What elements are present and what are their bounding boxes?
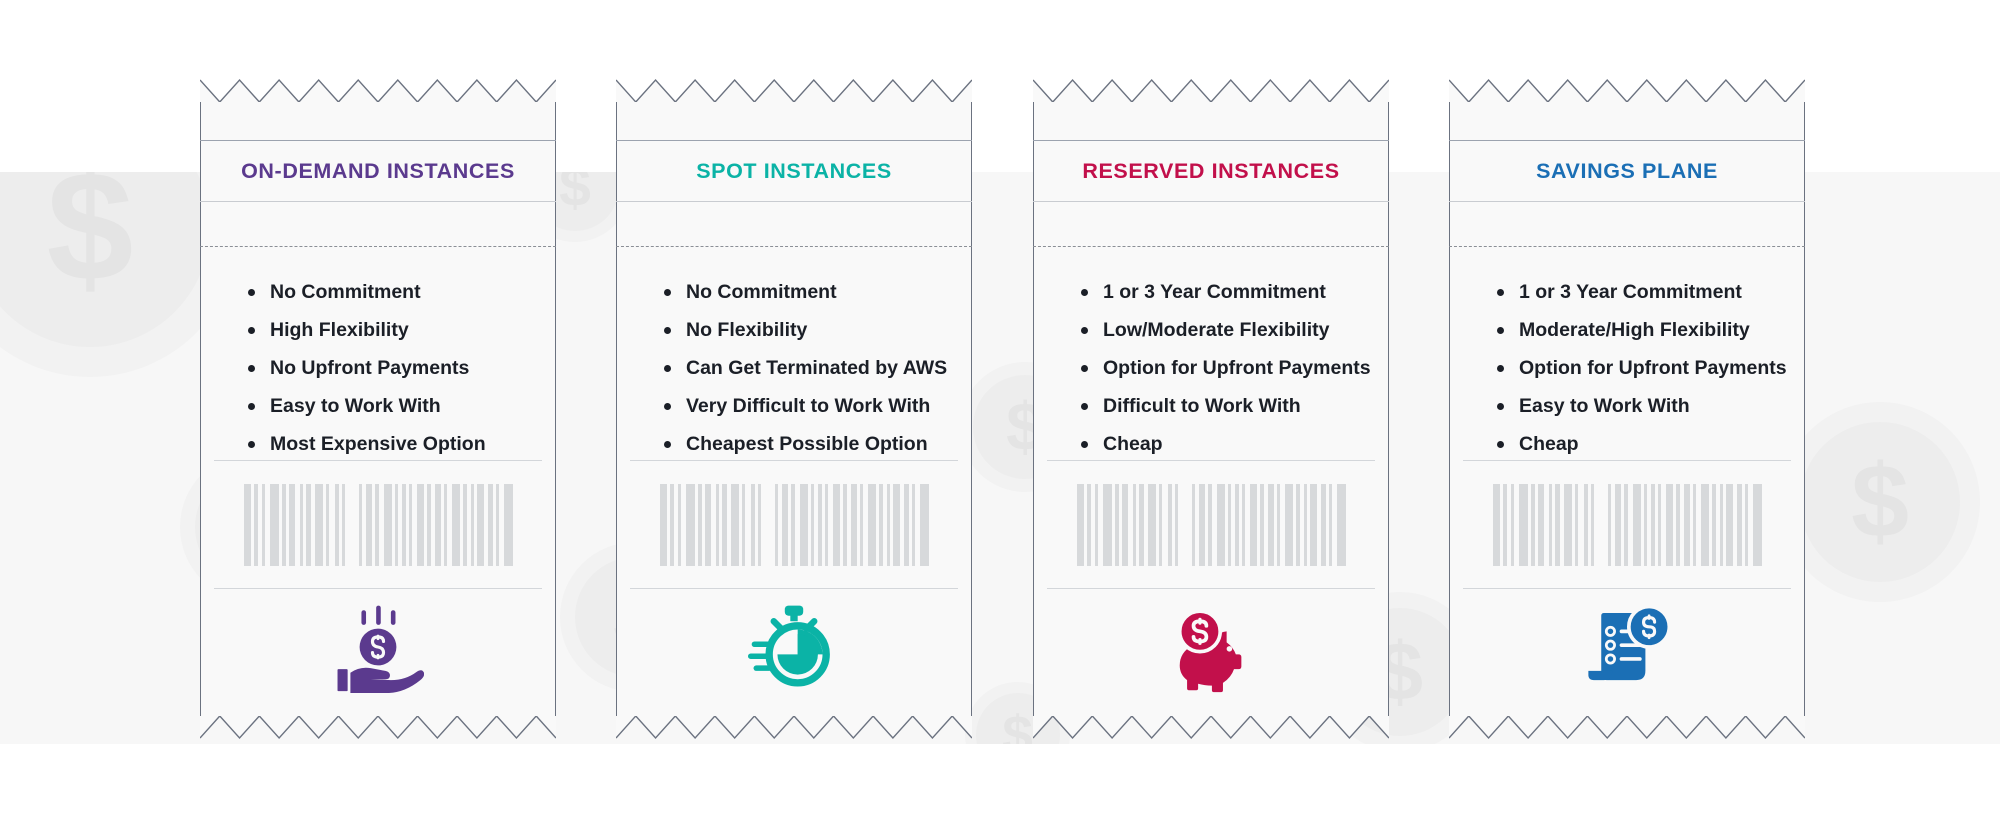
receipt-card-spot-instances[interactable]: SPOT INSTANCES No Commitment No Flexibilit… xyxy=(616,78,972,740)
barcode xyxy=(616,484,972,566)
divider-above-barcode xyxy=(630,460,958,461)
dollar-coin-watermark-icon: $ xyxy=(1780,402,1980,602)
feature-list: No Commitment High Flexibility No Upfront … xyxy=(244,273,542,463)
watermark-dollar-glyph: $ xyxy=(1800,422,1960,582)
card-title-band: SPOT INSTANCES xyxy=(616,140,972,202)
feature-item: Very Difficult to Work With xyxy=(660,387,958,425)
dashed-divider xyxy=(1033,246,1389,247)
feature-item: 1 or 3 Year Commitment xyxy=(1493,273,1791,311)
feature-item: 1 or 3 Year Commitment xyxy=(1077,273,1375,311)
feature-item: Moderate/High Flexibility xyxy=(1493,311,1791,349)
card-title-band: ON-DEMAND INSTANCES xyxy=(200,140,556,202)
divider-below-barcode xyxy=(630,588,958,589)
divider-below-barcode xyxy=(1047,588,1375,589)
card-title: ON-DEMAND INSTANCES xyxy=(241,158,515,183)
feature-item: Most Expensive Option xyxy=(244,425,542,463)
receipt-card-savings-plane[interactable]: SAVINGS PLANE 1 or 3 Year Commitment Moder… xyxy=(1449,78,1805,740)
feature-item: Cheap xyxy=(1493,425,1791,463)
feature-item: No Flexibility xyxy=(660,311,958,349)
receipt-card-reserved-instances[interactable]: RESERVED INSTANCES 1 or 3 Year Commitment… xyxy=(1033,78,1389,740)
feature-item: Cheapest Possible Option xyxy=(660,425,958,463)
feature-list: 1 or 3 Year Commitment Moderate/High Flex… xyxy=(1493,273,1791,463)
infographic-canvas: $$$$$$$$$$$$$$$$ ON-DEMAND INSTANCESNo C… xyxy=(0,0,2000,820)
dashed-divider xyxy=(1449,246,1805,247)
divider-below-barcode xyxy=(214,588,542,589)
divider-above-barcode xyxy=(1463,460,1791,461)
divider-above-barcode xyxy=(1047,460,1375,461)
piggy-bank-icon xyxy=(1033,600,1389,694)
feature-list: No Commitment No Flexibility Can Get Termi… xyxy=(660,273,958,463)
feature-item: Easy to Work With xyxy=(244,387,542,425)
hand-with-coin-icon xyxy=(200,600,556,694)
barcode xyxy=(1449,484,1805,566)
card-title: RESERVED INSTANCES xyxy=(1082,158,1340,183)
feature-list: 1 or 3 Year Commitment Low/Moderate Flexi… xyxy=(1077,273,1375,463)
stopwatch-icon xyxy=(616,600,972,694)
feature-item: High Flexibility xyxy=(244,311,542,349)
feature-item: Easy to Work With xyxy=(1493,387,1791,425)
feature-item: No Commitment xyxy=(660,273,958,311)
feature-item: Low/Moderate Flexibility xyxy=(1077,311,1375,349)
dashed-divider xyxy=(616,246,972,247)
barcode xyxy=(200,484,556,566)
feature-item: Difficult to Work With xyxy=(1077,387,1375,425)
feature-item: Cheap xyxy=(1077,425,1375,463)
feature-item: Can Get Terminated by AWS xyxy=(660,349,958,387)
feature-item: Option for Upfront Payments xyxy=(1077,349,1375,387)
feature-item: Option for Upfront Payments xyxy=(1493,349,1791,387)
receipt-card-on-demand-instances[interactable]: ON-DEMAND INSTANCES No Commitment High Fle… xyxy=(200,78,556,740)
divider-below-barcode xyxy=(1463,588,1791,589)
feature-item: No Upfront Payments xyxy=(244,349,542,387)
divider-above-barcode xyxy=(214,460,542,461)
invoice-with-coin-icon xyxy=(1449,600,1805,694)
dashed-divider xyxy=(200,246,556,247)
card-title: SAVINGS PLANE xyxy=(1536,158,1718,183)
card-title-band: SAVINGS PLANE xyxy=(1449,140,1805,202)
card-title-band: RESERVED INSTANCES xyxy=(1033,140,1389,202)
watermark-dollar-glyph: $ xyxy=(0,172,210,347)
card-title: SPOT INSTANCES xyxy=(696,158,892,183)
feature-item: No Commitment xyxy=(244,273,542,311)
barcode xyxy=(1033,484,1389,566)
